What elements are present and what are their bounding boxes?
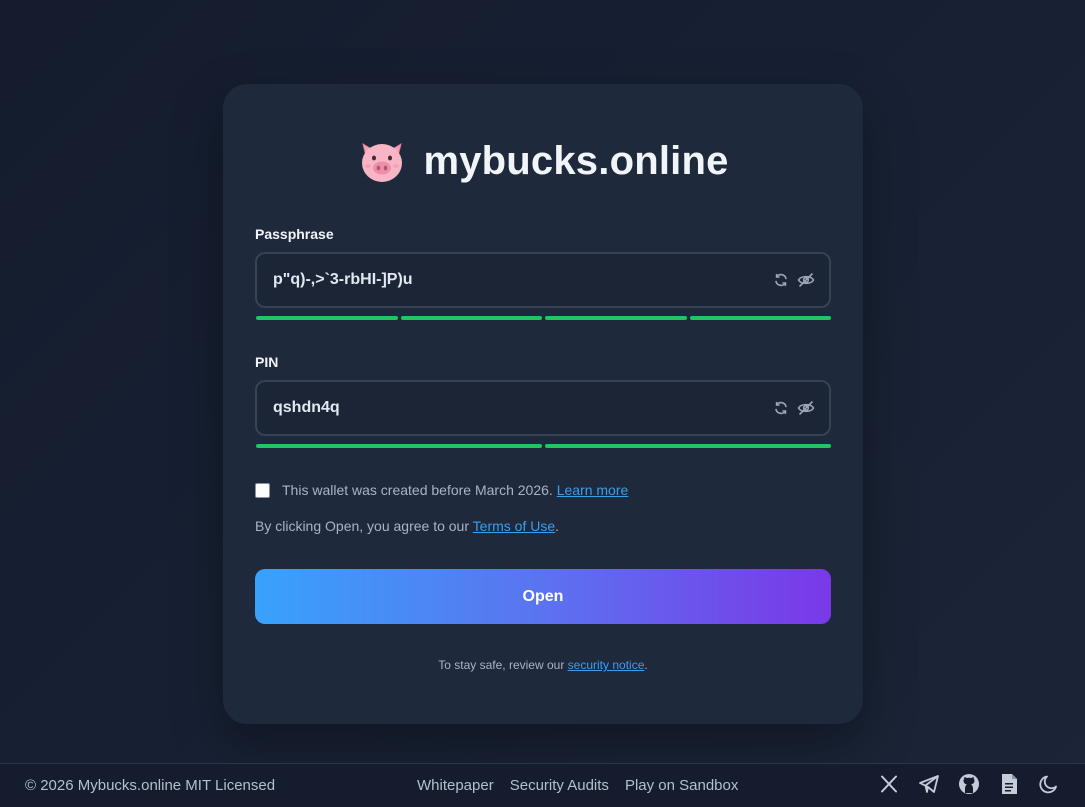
- legacy-wallet-text: This wallet was created before March 202…: [282, 482, 628, 498]
- pin-field[interactable]: qshdn4q: [255, 380, 831, 436]
- footer-links: Whitepaper Security Audits Play on Sandb…: [417, 777, 738, 794]
- brand-header: mybucks.online: [223, 136, 863, 186]
- pin-strength-meter: [256, 444, 831, 448]
- login-card: mybucks.online Passphrase p"q)-,>`3-rbHI…: [223, 84, 863, 724]
- open-button[interactable]: Open: [255, 569, 831, 624]
- footer: © 2026 Mybucks.online MIT Licensed White…: [0, 763, 1085, 807]
- terms-suffix: .: [555, 518, 560, 534]
- safety-prefix: To stay safe, review our: [438, 658, 565, 672]
- play-on-sandbox-link[interactable]: Play on Sandbox: [625, 777, 738, 794]
- passphrase-strength-meter: [256, 316, 831, 320]
- x-icon[interactable]: [878, 773, 900, 795]
- github-icon[interactable]: [958, 773, 980, 795]
- pin-input[interactable]: qshdn4q: [273, 399, 765, 417]
- legacy-wallet-row: This wallet was created before March 202…: [255, 482, 628, 498]
- pig-face-icon: [357, 136, 407, 186]
- regenerate-icon[interactable]: [772, 271, 790, 289]
- passphrase-input[interactable]: p"q)-,>`3-rbHI-]P)u: [273, 271, 765, 289]
- strength-segment: [400, 316, 542, 320]
- security-audits-link[interactable]: Security Audits: [510, 777, 609, 794]
- pin-label: PIN: [255, 354, 279, 370]
- terms-notice: By clicking Open, you agree to our Terms…: [255, 518, 559, 534]
- strength-segment: [256, 316, 398, 320]
- document-icon[interactable]: [998, 773, 1020, 795]
- app-title: mybucks.online: [423, 138, 729, 183]
- strength-segment: [256, 444, 542, 448]
- regenerate-icon[interactable]: [772, 399, 790, 417]
- passphrase-field[interactable]: p"q)-,>`3-rbHI-]P)u: [255, 252, 831, 308]
- strength-segment: [689, 316, 831, 320]
- eye-off-icon[interactable]: [797, 399, 815, 417]
- strength-segment: [545, 316, 687, 320]
- terms-prefix: By clicking Open, you agree to our: [255, 518, 470, 534]
- security-notice-link[interactable]: security notice: [568, 658, 645, 672]
- copyright-text: © 2026 Mybucks.online MIT Licensed: [25, 777, 276, 794]
- legacy-wallet-label: This wallet was created before March 202…: [282, 482, 553, 498]
- telegram-icon[interactable]: [918, 773, 940, 795]
- learn-more-link[interactable]: Learn more: [557, 482, 629, 498]
- eye-off-icon[interactable]: [797, 271, 815, 289]
- strength-segment: [545, 444, 831, 448]
- moon-icon[interactable]: [1038, 773, 1060, 795]
- safety-suffix: .: [644, 658, 648, 672]
- passphrase-label: Passphrase: [255, 226, 334, 242]
- security-notice-text: To stay safe, review our security notice…: [223, 658, 863, 672]
- whitepaper-link[interactable]: Whitepaper: [417, 777, 494, 794]
- legacy-wallet-checkbox[interactable]: [255, 482, 270, 498]
- terms-of-use-link[interactable]: Terms of Use: [473, 518, 555, 534]
- social-links: [878, 773, 1060, 795]
